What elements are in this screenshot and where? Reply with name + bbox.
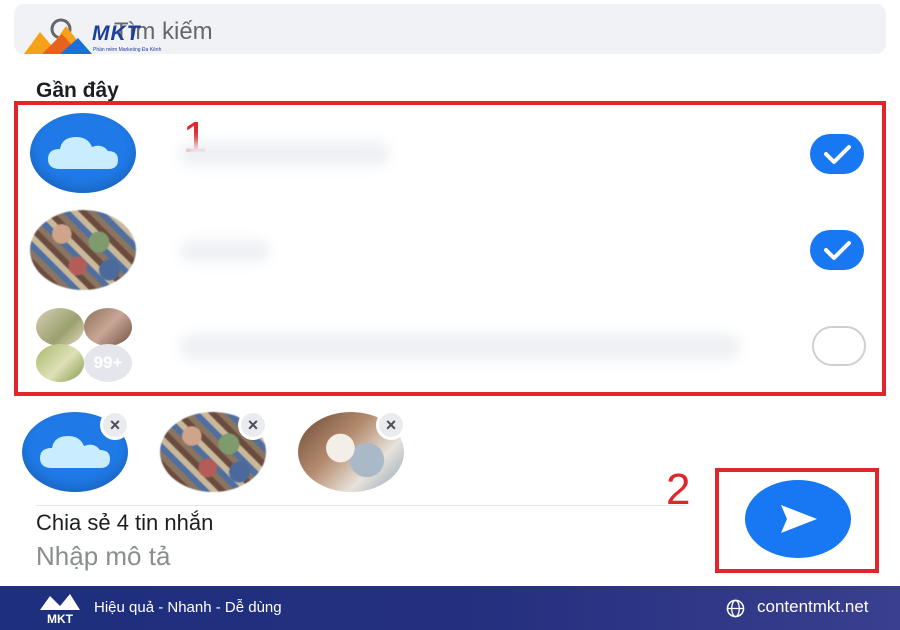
remove-chip-1-button[interactable]: ×: [100, 410, 130, 440]
svg-text:MKT: MKT: [47, 612, 74, 626]
logo-name: MKT: [92, 22, 141, 45]
footer-slogan: Hiệu quả - Nhanh - Dễ dùng: [94, 599, 282, 616]
recipient-row-2[interactable]: [20, 202, 880, 298]
recipient-row-3[interactable]: 99+: [20, 298, 880, 394]
recipient-name-blurred: [180, 240, 270, 262]
cloud-icon: [48, 137, 118, 169]
footer-website: contentmkt.net: [757, 597, 869, 616]
globe-icon: [726, 599, 745, 618]
recipient-row-1[interactable]: [20, 106, 880, 202]
description-input[interactable]: Nhập mô tả: [36, 541, 170, 572]
checkmark-icon: [824, 145, 851, 164]
group-photo-avatar: [30, 210, 136, 290]
select-check-3[interactable]: [812, 326, 866, 366]
checkmark-icon: [824, 241, 851, 260]
annotation-step-2: 2: [666, 465, 691, 514]
logo-tagline: Phần mềm Marketing Đa Kênh: [93, 47, 162, 53]
remove-chip-2-button[interactable]: ×: [238, 410, 268, 440]
more-members-badge: 99+: [84, 344, 132, 382]
select-check-1[interactable]: [810, 134, 864, 174]
group-member-avatar: [84, 308, 132, 346]
cloud-avatar: [30, 113, 136, 193]
divider: [36, 505, 686, 506]
recipient-name-blurred: [180, 334, 740, 360]
share-count-title: Chia sẻ 4 tin nhắn: [36, 510, 214, 535]
group-member-avatar: [36, 308, 84, 346]
footer-banner: MKT Hiệu quả - Nhanh - Dễ dùng contentmk…: [0, 586, 900, 630]
select-check-2[interactable]: [810, 230, 864, 270]
send-icon: [781, 505, 817, 533]
send-button[interactable]: [745, 480, 851, 558]
recent-title: Gần đây: [36, 79, 119, 102]
recipient-name-blurred: [180, 142, 390, 166]
group-member-avatar: [36, 344, 84, 382]
remove-chip-3-button[interactable]: ×: [376, 410, 406, 440]
mkt-footer-logo: MKT: [40, 594, 80, 626]
